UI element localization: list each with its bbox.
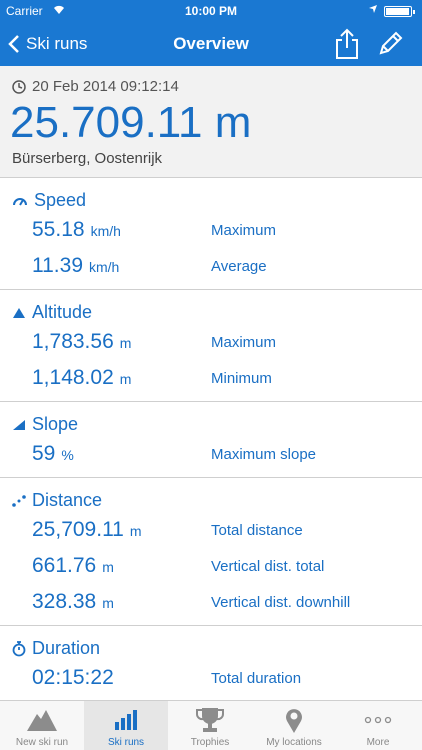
tab-trophies[interactable]: Trophies	[168, 701, 252, 750]
mountain-triangle-icon	[13, 307, 25, 318]
speed-row-max: 55.18 km/h Maximum	[0, 214, 422, 244]
speed-title: Speed	[12, 190, 86, 211]
clock-icon	[12, 79, 26, 94]
stat-label: Maximum slope	[211, 446, 317, 463]
battery-icon	[384, 6, 415, 17]
run-location: Bürserberg, Oostenrijk	[12, 150, 163, 167]
stat-value: 59%	[32, 442, 74, 466]
stat-number: 1,783.56	[32, 330, 114, 353]
slope-icon	[13, 419, 25, 430]
status-bar: Carrier 10:00 PM	[0, 0, 422, 22]
speedometer-icon	[13, 197, 27, 206]
altitude-title: Altitude	[12, 302, 92, 323]
stat-unit: m	[119, 371, 132, 387]
duration-row-total: 02:15:22 Total duration	[0, 662, 422, 692]
stat-number: 02:15:22	[32, 666, 114, 689]
location-pin-icon	[286, 709, 302, 733]
stat-label: Average	[211, 258, 267, 275]
altitude-row-min: 1,148.02 m Minimum	[0, 362, 422, 392]
distance-title: Distance	[12, 490, 102, 511]
status-time: 10:00 PM	[184, 4, 238, 18]
run-date: 20 Feb 2014 09:12:14	[12, 78, 179, 95]
more-dots-icon	[364, 716, 392, 724]
stat-label: Maximum	[211, 222, 277, 239]
slope-row-max: 59% Maximum slope	[0, 438, 422, 468]
duration-title: Duration	[12, 638, 100, 659]
bar-chart-icon	[115, 710, 137, 730]
distance-row-vertical-downhill: 328.38 m Vertical dist. downhill	[0, 586, 422, 616]
stat-value: 55.18 km/h	[32, 218, 121, 242]
stat-label: Vertical dist. downhill	[211, 594, 351, 611]
altitude-row-max: 1,783.56 m Maximum	[0, 326, 422, 356]
stopwatch-icon	[12, 640, 26, 656]
stat-label: Minimum	[211, 370, 272, 387]
tab-label: New ski run	[15, 737, 69, 748]
tab-label: More	[366, 737, 390, 748]
stat-unit: km/h	[90, 223, 121, 239]
tab-new-ski-run[interactable]: New ski run	[0, 701, 84, 750]
stat-unit: m	[119, 335, 132, 351]
location-arrow-icon	[368, 4, 378, 17]
stat-label: Maximum	[211, 334, 277, 351]
speed-section: Speed 55.18 km/h Maximum 11.39 km/h Averag…	[0, 178, 422, 290]
pencil-icon	[379, 31, 403, 55]
stat-number: 55.18	[32, 218, 85, 241]
mountain-icon	[27, 710, 57, 731]
stat-unit: m	[129, 523, 142, 539]
stat-value: 661.76 m	[32, 554, 114, 578]
stat-label: Vertical dist. total	[211, 558, 325, 575]
distance-dots-icon	[12, 494, 26, 507]
slope-section: Slope 59% Maximum slope	[0, 402, 422, 478]
stat-number: 25,709.11	[32, 518, 124, 541]
trophy-icon	[196, 708, 224, 732]
stat-value: 328.38 m	[32, 590, 114, 614]
distance-row-vertical-total: 661.76 m Vertical dist. total	[0, 550, 422, 580]
run-distance: 25.709.11 m	[10, 98, 252, 147]
stat-value: 02:15:22	[32, 666, 114, 690]
run-date-text: 20 Feb 2014 09:12:14	[32, 78, 179, 95]
tab-ski-runs[interactable]: Ski runs	[84, 701, 168, 750]
tab-more[interactable]: More	[336, 701, 420, 750]
tab-my-locations[interactable]: My locations	[252, 701, 336, 750]
slope-title-text: Slope	[32, 414, 79, 434]
stat-value: 1,148.02 m	[32, 366, 131, 390]
stat-number: 59	[32, 442, 56, 465]
speed-row-avg: 11.39 km/h Average	[0, 250, 422, 280]
tab-label: Trophies	[190, 737, 230, 748]
tab-bar: New ski run Ski runs Trophies My locatio…	[0, 700, 422, 750]
stat-label: Total distance	[211, 522, 303, 539]
slope-title: Slope	[12, 414, 78, 435]
share-button[interactable]	[334, 28, 360, 60]
share-icon	[336, 28, 358, 59]
nav-bar: Ski runs Overview	[0, 22, 422, 66]
stat-value: 25,709.11 m	[32, 518, 142, 542]
stat-label: Total duration	[211, 670, 302, 687]
stat-value: 11.39 km/h	[32, 254, 119, 278]
distance-row-total: 25,709.11 m Total distance	[0, 514, 422, 544]
edit-button[interactable]	[376, 30, 404, 58]
stat-unit: m	[102, 595, 114, 611]
stat-unit: m	[102, 559, 114, 575]
tab-label: My locations	[266, 737, 322, 748]
stat-number: 661.76	[32, 554, 97, 577]
run-summary-header: 20 Feb 2014 09:12:14 25.709.11 m Bürserb…	[0, 66, 422, 178]
stat-number: 11.39	[32, 254, 83, 277]
speed-title-text: Speed	[34, 190, 87, 210]
tab-label: Ski runs	[107, 737, 145, 748]
stat-unit: km/h	[89, 259, 120, 275]
altitude-section: Altitude 1,783.56 m Maximum 1,148.02 m Min…	[0, 290, 422, 402]
distance-section: Distance 25,709.11 m Total distance 661.7…	[0, 478, 422, 626]
duration-title-text: Duration	[32, 638, 101, 658]
altitude-title-text: Altitude	[32, 302, 93, 322]
stat-number: 328.38	[32, 590, 97, 613]
duration-section: Duration 02:15:22 Total duration	[0, 626, 422, 700]
stat-unit: %	[61, 447, 74, 463]
stat-number: 1,148.02	[32, 366, 114, 389]
stat-value: 1,783.56 m	[32, 330, 131, 354]
distance-title-text: Distance	[32, 490, 103, 510]
